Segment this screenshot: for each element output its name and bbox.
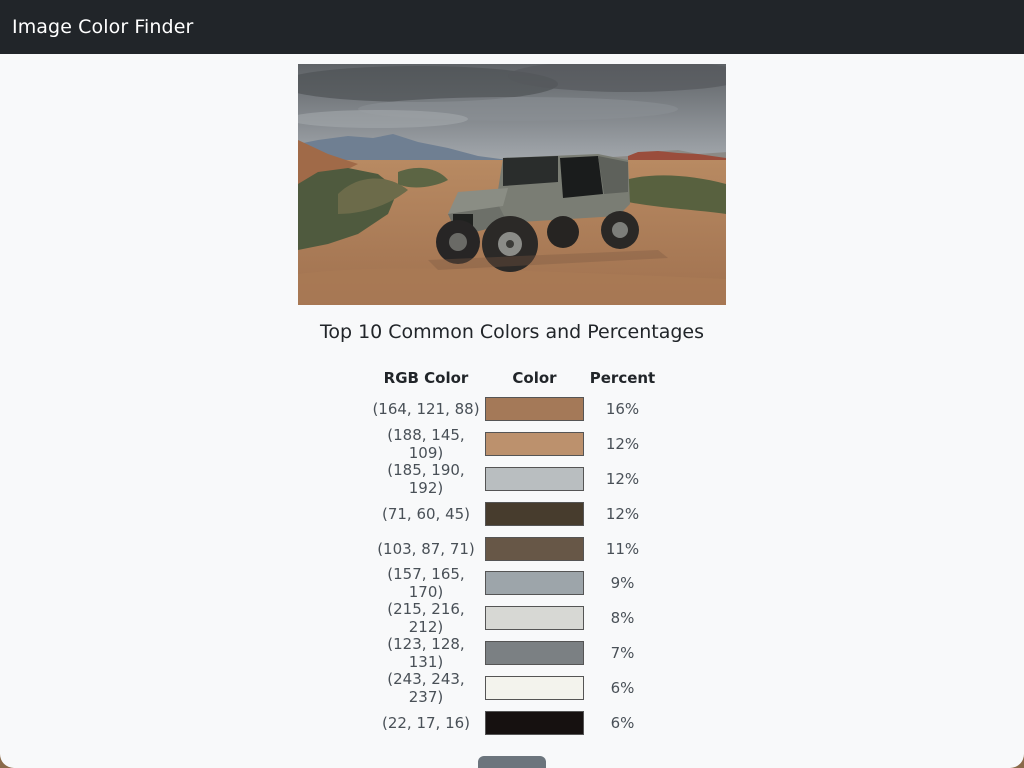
rgb-value: (22, 17, 16)	[381, 713, 471, 732]
table-row: (185, 190, 192) 12%	[368, 461, 660, 497]
navbar-brand[interactable]: Image Color Finder	[12, 16, 193, 38]
colors-table: RGB Color Color Percent (164, 121, 88) 16…	[368, 364, 660, 740]
color-swatch	[485, 571, 584, 596]
color-swatch	[485, 432, 584, 457]
percent-value: 12%	[605, 504, 640, 523]
percent-value: 9%	[610, 574, 635, 593]
color-swatch	[485, 501, 584, 526]
column-header-percent: Percent	[589, 369, 656, 387]
rgb-value: (188, 145, 109)	[387, 426, 465, 463]
color-swatch	[485, 397, 584, 422]
color-cell	[484, 640, 585, 665]
table-row: (123, 128, 131) 7%	[368, 634, 660, 671]
rgb-value: (71, 60, 45)	[381, 504, 471, 523]
percent-value: 8%	[610, 609, 635, 628]
percent-value: 12%	[605, 435, 640, 454]
percent-value: 6%	[610, 678, 635, 697]
percent-value: 12%	[605, 469, 640, 488]
color-cell	[484, 606, 585, 631]
color-cell	[484, 710, 585, 735]
rgb-value: (103, 87, 71)	[377, 539, 475, 558]
navbar: Image Color Finder	[0, 0, 1024, 54]
table-row: (157, 165, 170) 9%	[368, 565, 660, 602]
color-swatch	[485, 466, 584, 491]
color-swatch	[485, 536, 584, 561]
rgb-value: (164, 121, 88)	[372, 400, 480, 419]
percent-value: 6%	[610, 713, 635, 732]
rgb-value: (215, 216, 212)	[387, 600, 465, 637]
table-row: (215, 216, 212) 8%	[368, 600, 660, 637]
color-cell	[484, 571, 585, 596]
color-cell	[484, 397, 585, 422]
table-row: (164, 121, 88) 16%	[368, 392, 660, 427]
color-cell	[484, 466, 585, 491]
rgb-value: (123, 128, 131)	[387, 634, 465, 671]
color-swatch	[485, 640, 584, 665]
action-button[interactable]	[478, 756, 546, 768]
color-swatch	[485, 710, 584, 735]
color-cell	[484, 536, 585, 561]
rgb-value: (243, 243, 237)	[387, 669, 465, 706]
table-row: (22, 17, 16) 6%	[368, 705, 660, 740]
table-row: (188, 145, 109) 12%	[368, 426, 660, 463]
page-title: Top 10 Common Colors and Percentages	[319, 321, 705, 343]
rgb-value: (157, 165, 170)	[387, 565, 465, 602]
uploaded-image	[298, 64, 726, 305]
percent-value: 11%	[605, 539, 640, 558]
color-cell	[484, 675, 585, 700]
table-row: (103, 87, 71) 11%	[368, 531, 660, 566]
percent-value: 7%	[610, 643, 635, 662]
table-body: (164, 121, 88) 16% (188, 145, 109) 12% (185,…	[368, 392, 660, 740]
color-cell	[484, 432, 585, 457]
color-swatch	[485, 675, 584, 700]
color-swatch	[485, 606, 584, 631]
table-header-row: RGB Color Color Percent	[368, 364, 660, 392]
column-header-rgb: RGB Color	[383, 369, 469, 387]
table-row: (71, 60, 45) 12%	[368, 496, 660, 531]
rgb-value: (185, 190, 192)	[387, 461, 465, 497]
percent-value: 16%	[605, 400, 640, 419]
color-cell	[484, 501, 585, 526]
app-window: Image Color Finder Top 10 Common Colors …	[0, 0, 1024, 768]
column-header-color: Color	[512, 369, 557, 387]
table-row: (243, 243, 237) 6%	[368, 669, 660, 706]
